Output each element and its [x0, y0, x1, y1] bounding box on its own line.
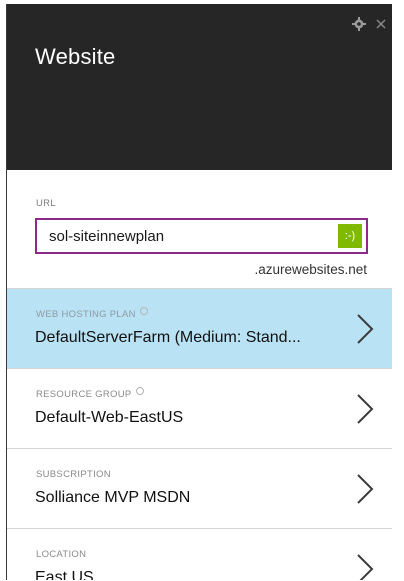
info-icon [135, 387, 144, 395]
web-hosting-plan-value: DefaultServerFarm (Medium: Stand... [35, 329, 301, 346]
resource-group-row[interactable]: RESOURCE GROUP Default-Web-EastUS [7, 368, 392, 448]
resource-group-value: Default-Web-EastUS [35, 409, 184, 426]
close-icon[interactable] [373, 16, 389, 32]
url-domain-suffix: .azurewebsites.net [254, 262, 367, 277]
blade-header: Website [7, 4, 392, 170]
location-row[interactable]: LOCATION East US [7, 528, 392, 580]
resource-group-label-text: RESOURCE GROUP [36, 389, 132, 400]
validation-ok-icon: :-) [338, 224, 362, 248]
web-hosting-plan-row[interactable]: WEB HOSTING PLAN DefaultServerFarm (Medi… [7, 288, 392, 368]
chevron-right-icon [357, 474, 374, 504]
chevron-right-icon [357, 314, 374, 344]
location-label: LOCATION [36, 549, 87, 560]
website-blade: Website URL sol-siteinnewplan :-) .azure… [6, 4, 392, 580]
chevron-right-icon [357, 394, 374, 424]
url-input[interactable]: sol-siteinnewplan :-) [35, 218, 368, 254]
location-value: East US [35, 569, 94, 580]
url-section: URL sol-siteinnewplan :-) .azurewebsites… [7, 180, 392, 280]
info-icon [139, 307, 148, 315]
url-input-value[interactable]: sol-siteinnewplan [49, 228, 164, 245]
web-hosting-plan-label: WEB HOSTING PLAN [36, 307, 148, 320]
subscription-row[interactable]: SUBSCRIPTION Solliance MVP MSDN [7, 448, 392, 528]
blade-title: Website [35, 44, 116, 69]
gear-icon[interactable] [351, 16, 367, 32]
subscription-label: SUBSCRIPTION [36, 469, 111, 480]
url-label: URL [36, 198, 56, 209]
chevron-right-icon [357, 554, 374, 580]
web-hosting-plan-label-text: WEB HOSTING PLAN [36, 309, 136, 320]
resource-group-label: RESOURCE GROUP [36, 387, 144, 400]
blade-content: URL sol-siteinnewplan :-) .azurewebsites… [7, 170, 392, 580]
subscription-value: Solliance MVP MSDN [35, 489, 191, 506]
